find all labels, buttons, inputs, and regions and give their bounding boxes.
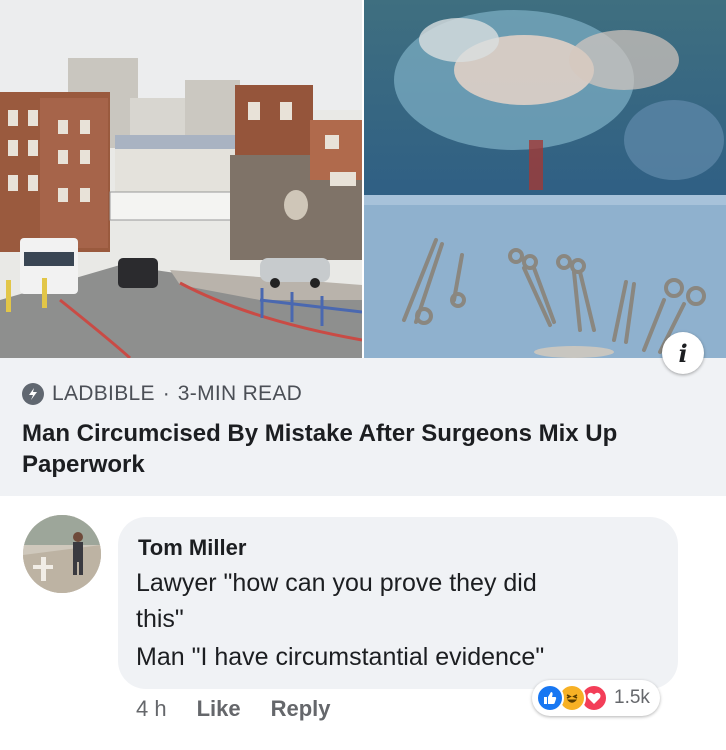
avatar[interactable] [23, 515, 101, 593]
comment-author[interactable]: Tom Miller [138, 535, 246, 561]
comment-text-line-1: Lawyer "how can you prove they did [136, 569, 537, 597]
comment-bubble: Tom Miller Lawyer "how can you prove the… [118, 517, 678, 689]
article-source: LADBIBLE [52, 382, 155, 405]
surgical-instruments-image [364, 0, 726, 358]
reply-button[interactable]: Reply [271, 696, 331, 722]
link-preview-card[interactable]: i LADBIBLE · 3-MIN READ Man Circumcised … [0, 0, 726, 496]
info-icon: i [678, 338, 688, 368]
article-meta: LADBIBLE · 3-MIN READ [22, 382, 302, 406]
link-preview-images[interactable] [0, 0, 726, 358]
meta-separator: · [162, 382, 170, 405]
comment-timestamp[interactable]: 4 h [136, 696, 167, 722]
like-button[interactable]: Like [197, 696, 241, 722]
comment-text-line-3: Man "I have circumstantial evidence" [136, 643, 545, 671]
reactions-summary[interactable]: 1.5k [532, 680, 660, 716]
reaction-count: 1.5k [614, 687, 650, 708]
like-icon [536, 684, 564, 712]
comment-actions: 4 h Like Reply [136, 696, 331, 722]
article-headline[interactable]: Man Circumcised By Mistake After Surgeon… [22, 418, 712, 480]
comment-text-line-2: this" [136, 605, 184, 633]
lightning-icon [22, 383, 44, 405]
article-read-time: 3-MIN READ [177, 382, 303, 405]
hospital-building-image [0, 0, 362, 358]
info-button[interactable]: i [662, 332, 704, 374]
